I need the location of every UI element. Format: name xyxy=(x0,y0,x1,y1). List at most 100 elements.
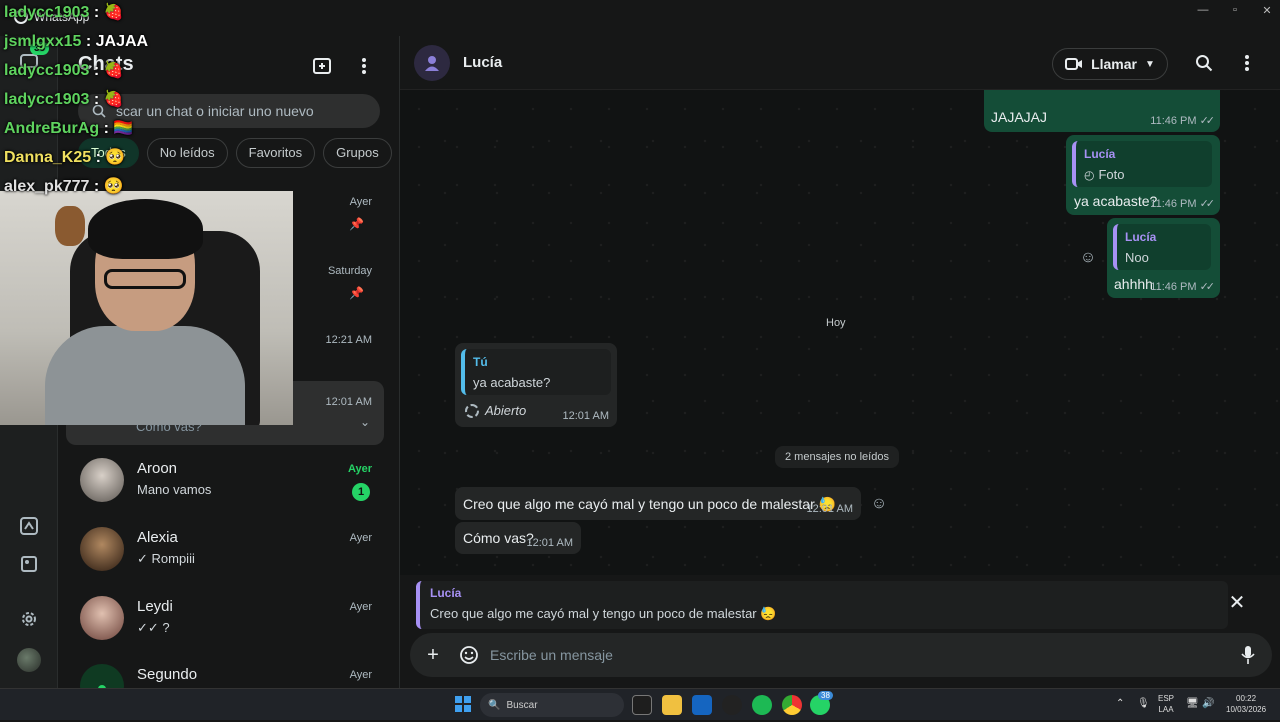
more-vertical-icon xyxy=(1245,55,1249,71)
chat-time: Ayer xyxy=(349,532,372,544)
attach-plus-icon[interactable]: + xyxy=(421,643,445,667)
quote-author: Lucía xyxy=(1125,230,1157,244)
message-composer: + xyxy=(410,633,1272,677)
chat-menu-button[interactable] xyxy=(1234,50,1260,76)
quoted-message[interactable]: Tú ya acabaste? xyxy=(461,349,611,395)
chevron-down-icon[interactable]: ⌄ xyxy=(360,415,370,429)
chat-item-alexia[interactable]: Alexia ✓ Rompiii Ayer xyxy=(66,517,384,585)
minimize-button[interactable]: — xyxy=(1186,4,1220,20)
message-incoming[interactable]: Cómo vas? 12:01 AM xyxy=(455,522,581,554)
composer-area: Lucía Creo que algo me cayó mal y tengo … xyxy=(400,575,1280,688)
obs-icon[interactable] xyxy=(722,695,742,715)
close-reply-button[interactable]: ✕ xyxy=(1226,591,1248,614)
message-list[interactable]: JAJAJAJ 11:46 PM ✓✓ Lucía ◴ Foto ya acabas… xyxy=(400,90,1280,575)
chat-time: Ayer xyxy=(349,196,372,208)
clock[interactable]: 00:22 10/03/2026 xyxy=(1226,693,1266,715)
pin-icon: 📌 xyxy=(349,286,364,300)
search-chat-button[interactable] xyxy=(1191,50,1217,76)
status-rail-button[interactable] xyxy=(17,514,41,538)
message-input[interactable] xyxy=(490,644,1210,666)
stream-chat-line: ladycc1903 : 🍓 xyxy=(4,91,124,108)
network-icon[interactable]: 🖥 xyxy=(1186,698,1199,709)
chat-last-message: ✓✓ ? xyxy=(137,620,170,635)
profile-avatar[interactable] xyxy=(17,648,41,672)
chat-time: Saturday xyxy=(327,265,372,277)
quoted-message[interactable]: Lucía ◴ Foto xyxy=(1072,141,1212,187)
message-text: ahhhh xyxy=(1114,276,1153,292)
chat-time: 12:21 AM xyxy=(325,334,372,346)
chat-header: Lucía Llamar ▼ xyxy=(400,36,1280,90)
chat-time: Ayer xyxy=(349,601,372,613)
react-emoji-button[interactable]: ☺ xyxy=(1078,248,1098,268)
chat-name: Aroon xyxy=(137,460,178,477)
message-incoming[interactable]: Tú ya acabaste? Abierto 12:01 AM xyxy=(455,343,617,427)
sticker-icon[interactable] xyxy=(457,643,481,667)
task-view-icon[interactable] xyxy=(632,695,652,715)
view-once-icon xyxy=(465,403,479,418)
stream-chat-line: alex_pk777 : 🥺 xyxy=(4,178,124,195)
message-text: Creo que algo me cayó mal y tengo un poc… xyxy=(463,496,837,512)
tray-chevron-icon[interactable]: ⌃ xyxy=(1116,698,1124,709)
user-icon xyxy=(425,56,439,71)
quoted-message[interactable]: Lucía Noo xyxy=(1113,224,1211,270)
chat-item-aroon[interactable]: Aroon Mano vamos Ayer 1 xyxy=(66,448,384,516)
contact-avatar[interactable] xyxy=(414,45,450,81)
chrome-icon[interactable] xyxy=(782,695,802,715)
file-explorer-icon[interactable] xyxy=(662,695,682,715)
avatar xyxy=(80,527,124,571)
avatar xyxy=(80,596,124,640)
close-window-button[interactable]: ✕ xyxy=(1250,4,1280,20)
contact-name[interactable]: Lucía xyxy=(463,54,502,71)
windows-start-icon[interactable] xyxy=(454,695,474,715)
message-incoming[interactable]: Creo que algo me cayó mal y tengo un poc… xyxy=(455,487,861,520)
sidebar-menu-button[interactable] xyxy=(350,52,378,80)
chat-last-message: ✓ Rompiii xyxy=(137,551,195,566)
settings-rail-button[interactable] xyxy=(17,607,41,631)
chat-time: 12:01 AM xyxy=(325,396,372,408)
chip-groups[interactable]: Grupos xyxy=(323,138,392,168)
read-ticks-icon: ✓✓ xyxy=(1199,115,1216,127)
unread-badge: 1 xyxy=(352,483,370,501)
volume-icon[interactable]: 🔊 xyxy=(1202,698,1214,709)
day-separator: Hoy xyxy=(826,317,846,329)
taskbar-search[interactable]: 🔍 Buscar xyxy=(480,693,624,717)
caret-down-icon: ▼ xyxy=(1145,58,1155,70)
stream-chat-line: ladycc1903 : 🍓 xyxy=(4,62,124,79)
reply-author: Lucía xyxy=(430,586,462,600)
message-time: 12:01 AM xyxy=(806,503,853,515)
microphone-icon[interactable] xyxy=(1236,643,1260,667)
message-outgoing[interactable]: Lucía ◴ Foto ya acabaste? 11:46 PM ✓✓ xyxy=(1066,135,1220,215)
pin-icon: 📌 xyxy=(349,217,364,231)
message-text: JAJAJAJ xyxy=(991,109,1048,125)
new-chat-button[interactable] xyxy=(308,52,336,80)
message-text: Cómo vas? xyxy=(463,530,534,546)
chat-item-leydi[interactable]: Leydi ✓✓ ? Ayer xyxy=(66,586,384,654)
chip-favorites[interactable]: Favoritos xyxy=(235,138,316,168)
language-indicator[interactable]: ESP LAA xyxy=(1158,693,1174,715)
message-text: ya acabaste? xyxy=(1074,193,1158,209)
call-button[interactable]: Llamar ▼ xyxy=(1052,48,1168,80)
message-time: 11:46 PM ✓✓ xyxy=(1150,114,1216,128)
gear-icon xyxy=(22,612,36,626)
gallery-icon xyxy=(21,556,37,572)
message-outgoing[interactable]: JAJAJAJ 11:46 PM ✓✓ xyxy=(984,90,1220,132)
chat-name: Leydi xyxy=(137,598,173,615)
stream-chat-line: Danna_K25 : 🥺 xyxy=(4,149,126,166)
media-rail-button[interactable] xyxy=(17,552,41,576)
reply-preview: Lucía Creo que algo me cayó mal y tengo … xyxy=(416,581,1228,629)
react-emoji-button[interactable]: ☺ xyxy=(869,494,889,514)
spotify-icon[interactable] xyxy=(752,695,772,715)
os-taskbar: 🔍 Buscar 38 ⌃ 🎙 ESP LAA 🖥 🔊 00:22 10/03/20… xyxy=(0,688,1280,720)
store-icon[interactable] xyxy=(692,695,712,715)
teddy-bear xyxy=(55,206,85,246)
search-icon: 🔍 xyxy=(488,699,501,711)
mic-tray-icon[interactable]: 🎙 xyxy=(1137,698,1150,709)
maximize-button[interactable]: ▫ xyxy=(1218,4,1252,20)
reply-text: Creo que algo me cayó mal y tengo un poc… xyxy=(430,606,777,621)
chat-name: Alexia xyxy=(137,529,178,546)
message-time: 11:46 PM ✓✓ xyxy=(1150,197,1215,211)
call-label: Llamar xyxy=(1091,56,1137,72)
status-icon xyxy=(20,517,38,535)
unread-messages-pill: 2 mensajes no leídos xyxy=(775,446,899,468)
message-outgoing[interactable]: Lucía Noo ahhhh 11:46 PM ✓✓ xyxy=(1107,218,1220,298)
